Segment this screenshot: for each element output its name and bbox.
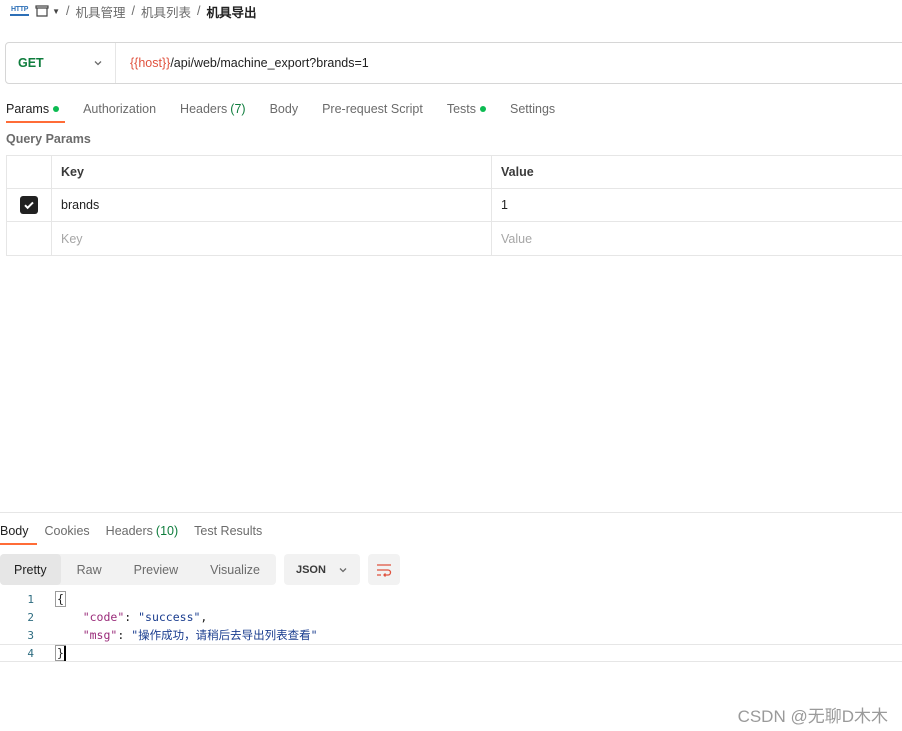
tab-params-label: Params: [6, 102, 50, 116]
open-brace: {: [55, 591, 66, 607]
header-check-cell: [7, 156, 52, 188]
code-line: 3 "msg": "操作成功，请稍后去导出列表查看": [0, 626, 902, 644]
query-params-title: Query Params: [6, 132, 91, 146]
tests-status-dot: [480, 106, 486, 112]
tab-prerequest-label: Pre-request Script: [322, 102, 423, 116]
view-mode-selector: Pretty Raw Preview Visualize: [0, 554, 276, 585]
breadcrumb-separator: /: [66, 4, 70, 18]
tab-headers[interactable]: Headers (7): [168, 95, 258, 123]
line-number: 3: [27, 628, 34, 642]
watermark: CSDN @无聊D木木: [737, 707, 888, 726]
breadcrumb-separator: /: [197, 4, 201, 18]
code-line-text: }: [55, 644, 66, 661]
format-label: JSON: [295, 563, 326, 576]
format-select[interactable]: JSON: [283, 554, 360, 585]
view-raw-button[interactable]: Raw: [61, 554, 118, 585]
new-value-input[interactable]: Value: [492, 222, 902, 255]
json-key-code: "code": [82, 610, 125, 624]
breadcrumb-item-machine-export: 机具导出: [206, 5, 257, 20]
json-value-code: "success": [138, 610, 201, 624]
tab-tests-label: Tests: [446, 102, 476, 116]
response-tabs: Body Cookies Headers (10) Test Results: [0, 516, 270, 546]
request-tabs: Params Authorization Headers (7) Body Pr…: [0, 94, 567, 124]
param-value-field[interactable]: 1: [492, 189, 902, 221]
tab-settings-label: Settings: [510, 102, 556, 116]
param-key-field[interactable]: brands: [52, 189, 492, 221]
tab-tests[interactable]: Tests: [435, 95, 498, 123]
params-status-dot: [53, 106, 60, 112]
param-checkbox-cell: [7, 189, 52, 221]
breadcrumb-item-machine-list[interactable]: 机具列表: [141, 2, 191, 21]
param-checkbox[interactable]: [20, 196, 38, 214]
chevron-down-icon: [94, 61, 102, 66]
tab-settings[interactable]: Settings: [498, 95, 567, 123]
code-line: 2 "code": "success",: [0, 608, 902, 626]
line-number: 2: [27, 610, 34, 624]
response-tab-body-label: Body: [0, 524, 29, 538]
query-params-table: Key Value brands 1 Key Value: [6, 155, 902, 256]
response-tab-test-results-label: Test Results: [194, 524, 263, 538]
breadcrumb: HTTP ▼ / 机具管理 / 机具列表 / 机具导出: [10, 0, 257, 22]
json-key-msg: "msg": [82, 628, 118, 642]
tab-body-label: Body: [269, 102, 299, 116]
line-number: 4: [27, 646, 34, 660]
tab-authorization-label: Authorization: [83, 102, 157, 116]
header-value: Value: [501, 165, 534, 179]
code-line-text: {: [55, 591, 66, 607]
tab-headers-count: (7): [230, 102, 246, 116]
code-line: 1 {: [0, 590, 902, 608]
tab-authorization[interactable]: Authorization: [71, 95, 168, 123]
response-body-editor[interactable]: 1 { 2 "code": "success", 3 "msg": "操作成功，…: [0, 590, 902, 662]
url-path: /api/web/machine_export?brands=1: [170, 56, 369, 70]
url-input[interactable]: {{host}} /api/web/machine_export?brands=…: [116, 56, 369, 70]
header-key: Key: [52, 156, 492, 188]
tab-headers-label: Headers: [180, 102, 228, 116]
caret-down-icon[interactable]: ▼: [52, 7, 60, 16]
url-bar: GET {{host}} /api/web/machine_export?bra…: [5, 42, 902, 84]
response-tab-headers-label: Headers: [105, 524, 153, 538]
response-tab-body[interactable]: Body: [0, 517, 37, 545]
table-row: brands 1: [7, 189, 902, 222]
table-row-empty: Key Value: [7, 222, 902, 255]
chevron-down-icon: [339, 567, 347, 572]
method-label: GET: [18, 56, 44, 70]
view-preview-button[interactable]: Preview: [118, 554, 194, 585]
json-value-msg: "操作成功，请稍后去导出列表查看": [131, 628, 318, 642]
wrap-lines-button[interactable]: [367, 554, 400, 585]
url-host-variable: {{host}}: [130, 56, 171, 70]
code-line-current: 4 }: [0, 644, 902, 662]
breadcrumb-separator: /: [131, 4, 135, 18]
table-header-row: Key Value: [7, 156, 902, 189]
response-toolbar: Pretty Raw Preview Visualize JSON: [0, 554, 400, 585]
view-pretty-button[interactable]: Pretty: [0, 554, 61, 585]
response-divider[interactable]: [0, 512, 902, 513]
text-cursor: [63, 645, 66, 661]
code-line-text: "code": "success",: [82, 610, 208, 624]
http-icon: HTTP: [10, 6, 30, 16]
breadcrumb-item-machine-management[interactable]: 机具管理: [75, 2, 125, 21]
tab-params[interactable]: Params: [0, 95, 71, 123]
collection-icon[interactable]: [35, 5, 49, 17]
response-tab-cookies[interactable]: Cookies: [37, 517, 98, 545]
new-key-input[interactable]: Key: [52, 222, 492, 255]
response-tab-headers-count: (10): [155, 524, 179, 538]
code-line-text: "msg": "操作成功，请稍后去导出列表查看": [82, 628, 318, 642]
line-number: 1: [27, 592, 34, 606]
tab-body[interactable]: Body: [258, 95, 311, 123]
method-select[interactable]: GET: [6, 43, 116, 83]
tab-prerequest-script[interactable]: Pre-request Script: [310, 95, 435, 123]
wrap-lines-icon: [376, 563, 392, 577]
response-tab-test-results[interactable]: Test Results: [186, 517, 270, 545]
response-tab-headers[interactable]: Headers (10): [98, 517, 186, 545]
check-icon: [24, 201, 34, 210]
response-tab-cookies-label: Cookies: [44, 524, 90, 538]
empty-check-cell: [7, 222, 52, 255]
view-visualize-button[interactable]: Visualize: [194, 554, 276, 585]
